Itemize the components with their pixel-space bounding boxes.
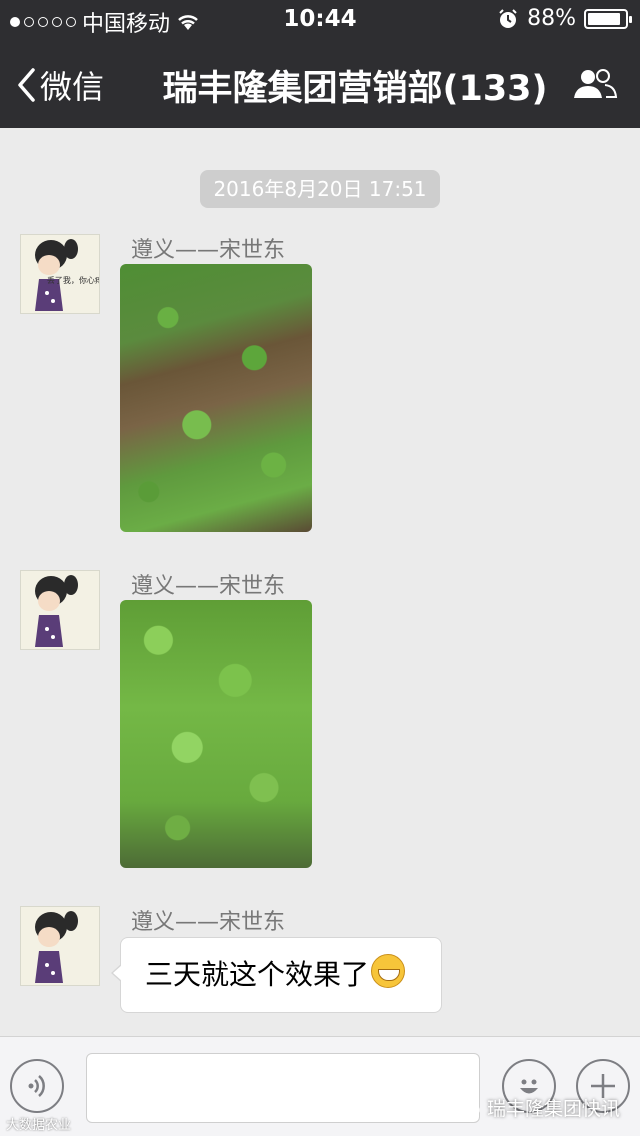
message-text: 三天就这个效果了 <box>145 958 370 991</box>
grin-emoji-icon <box>371 954 406 988</box>
message-input[interactable] <box>86 1053 480 1123</box>
chat-timestamp: 2016年8月20日 17:51 <box>200 170 440 208</box>
watermark-left: 大数据农业 <box>6 1118 72 1133</box>
avatar-image <box>35 911 78 983</box>
nav-bar: 微信 瑞丰隆集团营销部(133) <box>0 40 640 128</box>
image-message-seedlings[interactable] <box>120 264 312 532</box>
group-members-icon[interactable] <box>572 66 618 102</box>
sender-name: 遵义——宋世东 <box>131 910 286 935</box>
input-bar <box>0 1036 640 1136</box>
watermark-text: 瑞丰隆集团快讯 <box>486 1098 620 1120</box>
avatar-image <box>35 575 78 647</box>
chat-title: 瑞丰隆集团营销部(133) <box>162 69 548 109</box>
chevron-left-icon <box>18 68 35 102</box>
avatar-image: 丢了我，你心疼吗? <box>35 239 100 311</box>
watermark: 瑞丰隆集团快讯 <box>455 1094 620 1121</box>
text-message-bubble[interactable]: 三天就这个效果了 <box>111 937 442 1013</box>
battery-percent: 88% <box>527 6 576 31</box>
alarm-icon <box>499 8 517 28</box>
voice-icon <box>28 1075 45 1097</box>
battery-fill <box>588 12 620 25</box>
back-button[interactable]: 微信 <box>16 62 104 108</box>
back-label: 微信 <box>40 68 105 106</box>
wechat-logo-icon <box>455 1098 480 1116</box>
status-bar: 中国移动 10:44 88% <box>0 0 640 40</box>
battery-icon <box>584 8 632 29</box>
avatar[interactable] <box>20 906 100 986</box>
avatar[interactable] <box>20 570 100 650</box>
avatar-caption: 丢了我，你心疼吗? <box>47 275 100 285</box>
voice-button[interactable] <box>10 1059 64 1113</box>
sender-name: 遵义——宋世东 <box>131 574 286 599</box>
avatar[interactable]: 丢了我，你心疼吗? <box>20 234 100 314</box>
image-message-greens[interactable] <box>120 600 312 868</box>
status-right: 88% <box>497 6 632 31</box>
sender-name: 遵义——宋世东 <box>131 238 286 263</box>
